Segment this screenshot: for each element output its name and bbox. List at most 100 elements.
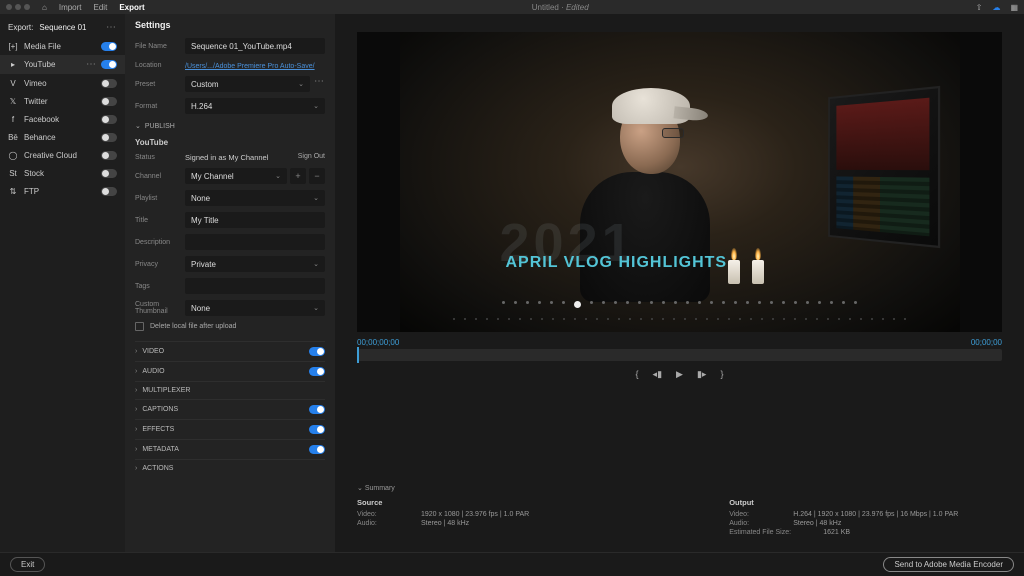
step-forward-button[interactable]: ▮▸ [697,369,706,380]
scene-candle [728,260,740,284]
video-preview[interactable]: 2021 APRIL VLOG HIGHLIGHTS [357,32,1002,332]
export-label: Export: [8,23,33,32]
chevron-down-icon[interactable]: ⌄ [357,485,363,492]
menu-export[interactable]: Export [119,3,144,12]
format-select[interactable]: H.264⌄ [185,98,325,114]
filename-input[interactable] [185,38,325,54]
chevron-down-icon[interactable]: ⌄ [135,122,141,130]
destination-toggle[interactable] [101,79,117,88]
destination-toggle[interactable] [101,115,117,124]
accordion-multiplexer[interactable]: ›MULTIPLEXER [135,381,325,399]
chevron-down-icon: ⌄ [275,172,281,180]
overlay-title: APRIL VLOG HIGHLIGHTS [506,254,728,272]
source-header: Source [357,498,529,507]
destination-toggle[interactable] [101,60,117,69]
destination-behance[interactable]: BēBehance [0,128,125,146]
destination-toggle[interactable] [101,97,117,106]
publish-header: PUBLISH [145,123,175,130]
share-icon[interactable]: ⇧ [976,3,983,12]
mark-out-button[interactable]: } [720,369,723,380]
dest-more-icon[interactable]: ⋯ [86,59,97,70]
accordion-metadata[interactable]: ›METADATA [135,439,325,459]
sequence-name[interactable]: Sequence 01 [39,23,86,32]
destination-stock[interactable]: StStock [0,164,125,182]
scene-monitor [828,86,940,248]
destination-toggle[interactable] [101,169,117,178]
tags-label: Tags [135,283,179,290]
chevron-down-icon: ⌄ [313,102,319,110]
accordion-captions[interactable]: ›CAPTIONS [135,399,325,419]
timecode-end[interactable]: 00;00;00 [971,338,1002,347]
accordion-effects[interactable]: ›EFFECTS [135,419,325,439]
sign-out-link[interactable]: Sign Out [298,153,325,160]
doc-title: Untitled [532,3,559,12]
location-link[interactable]: /Users/.../Adobe Premiere Pro Auto-Save/ [185,63,315,70]
mark-in-button[interactable]: { [636,369,639,380]
destination-toggle[interactable] [101,133,117,142]
play-button[interactable]: ▶ [676,369,683,380]
description-input[interactable] [185,234,325,250]
channel-remove-button[interactable]: − [309,168,325,184]
output-video-value: H.264 | 1920 x 1080 | 23.976 fps | 16 Mb… [793,511,958,518]
chevron-down-icon: ⌄ [298,80,304,88]
source-audio-key: Audio: [357,520,407,527]
summary-section: ⌄ Summary Source Video:1920 x 1080 | 23.… [357,476,1002,552]
accordion-audio[interactable]: ›AUDIO [135,361,325,381]
section-toggle[interactable] [309,425,325,434]
footer: Exit Send to Adobe Media Encoder [0,552,1024,576]
home-icon[interactable]: ⌂ [42,3,47,12]
section-toggle[interactable] [309,405,325,414]
destination-toggle[interactable] [101,42,117,51]
section-toggle[interactable] [309,445,325,454]
sequence-menu-icon[interactable]: ⋯ [106,22,117,33]
timeline-scrubber[interactable] [357,349,1002,361]
platform-icon: V [8,78,18,88]
destination-youtube[interactable]: ▸YouTube⋯ [0,55,125,74]
accordion-video[interactable]: ›VIDEO [135,341,325,361]
privacy-select[interactable]: Private⌄ [185,256,325,272]
preset-more-icon[interactable]: ⋯ [314,76,325,92]
chevron-right-icon: › [135,426,137,433]
destination-twitter[interactable]: 𝕏Twitter [0,92,125,110]
step-back-button[interactable]: ◂▮ [653,369,662,380]
tags-input[interactable] [185,278,325,294]
chevron-right-icon: › [135,368,137,375]
workspace-icon[interactable]: ▦ [1010,3,1018,12]
thumbnail-select[interactable]: None⌄ [185,300,325,316]
thumbnail-label: Custom Thumbnail [135,301,179,315]
destination-ftp[interactable]: ⇅FTP [0,182,125,200]
destination-vimeo[interactable]: VVimeo [0,74,125,92]
destination-facebook[interactable]: fFacebook [0,110,125,128]
status-text: Signed in as My Channel [185,153,268,162]
destination-toggle[interactable] [101,187,117,196]
chevron-right-icon: › [135,387,137,394]
accordion-actions[interactable]: ›ACTIONS [135,459,325,477]
preset-select[interactable]: Custom⌄ [185,76,310,92]
chapter-markers[interactable] [400,301,960,308]
output-video-key: Video: [729,511,779,518]
exit-button[interactable]: Exit [10,557,45,572]
cloud-icon[interactable]: ☁ [992,3,1000,12]
section-toggle[interactable] [309,367,325,376]
window-controls[interactable] [6,4,30,10]
chevron-right-icon: › [135,348,137,355]
platform-icon: St [8,168,18,178]
playlist-select[interactable]: None⌄ [185,190,325,206]
menu-import[interactable]: Import [59,3,82,12]
destination-toggle[interactable] [101,151,117,160]
destination-creative-cloud[interactable]: ◯Creative Cloud [0,146,125,164]
timecode-start[interactable]: 00;00;00;00 [357,338,399,347]
destination-media-file[interactable]: [+]Media File [0,37,125,55]
source-audio-value: Stereo | 48 kHz [421,520,469,527]
section-toggle[interactable] [309,347,325,356]
send-to-encoder-button[interactable]: Send to Adobe Media Encoder [883,557,1014,572]
title-input[interactable] [185,212,325,228]
settings-heading: Settings [135,20,325,30]
platform-icon: ⇅ [8,186,18,196]
menu-edit[interactable]: Edit [94,3,108,12]
channel-select[interactable]: My Channel⌄ [185,168,287,184]
output-size-value: 1621 KB [823,529,850,536]
channel-add-button[interactable]: + [290,168,306,184]
chevron-down-icon: ⌄ [313,304,319,312]
delete-after-upload-checkbox[interactable]: Delete local file after upload [135,322,325,331]
